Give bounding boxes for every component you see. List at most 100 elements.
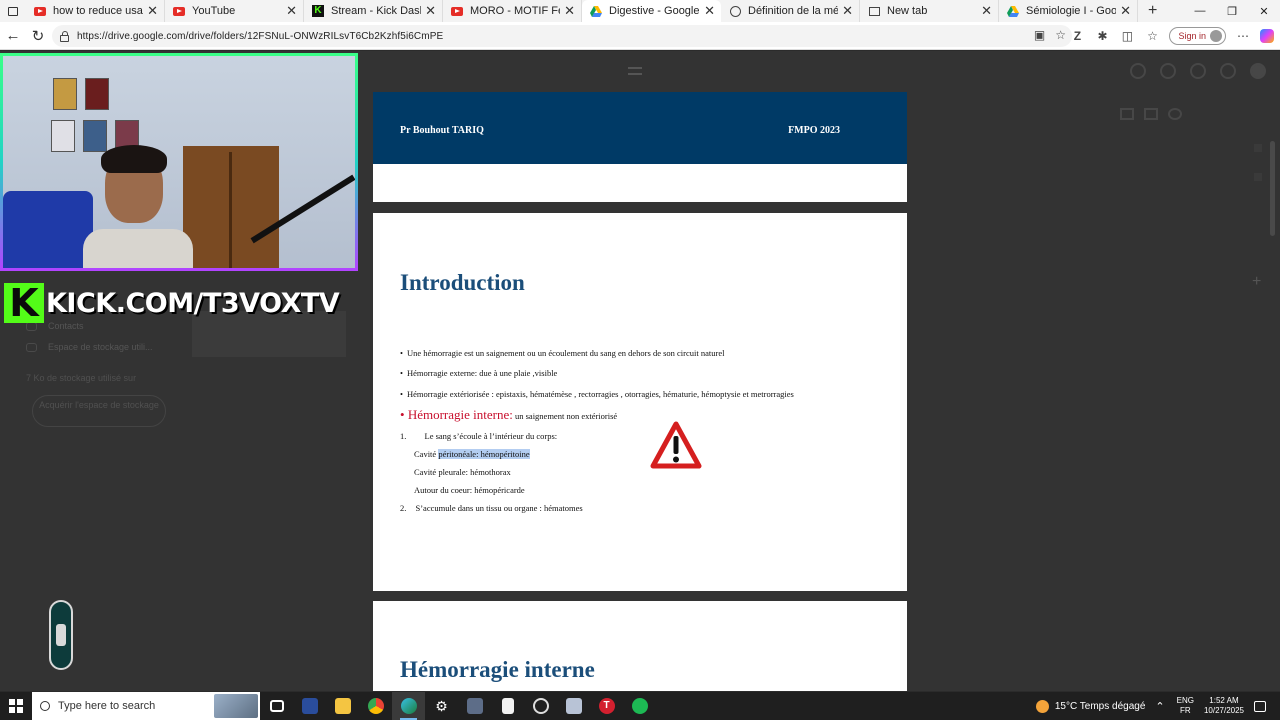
bullet-line-1: Une hémorragie est un saignement ou un é… — [400, 348, 724, 358]
tab-moro-motif[interactable]: MORO - MOTIF Feat GNAWA ✕ — [443, 0, 582, 22]
notification-icon[interactable] — [1254, 700, 1266, 712]
apps-grid-icon[interactable] — [1220, 63, 1236, 79]
task-view-button[interactable] — [260, 692, 293, 720]
get-more-storage-button[interactable]: Acquérir l'espace de stockage — [32, 395, 166, 427]
tab-new-tab[interactable]: New tab ✕ — [860, 0, 999, 22]
window-menu-icon[interactable] — [0, 0, 26, 22]
add-side-panel-plus-icon[interactable]: + — [1252, 273, 1261, 291]
selected-text[interactable]: péritonéale: hémopéritoine — [438, 449, 530, 459]
clock[interactable]: 1:52 AM 10/27/2025 — [1204, 696, 1244, 716]
copilot-icon[interactable] — [1260, 29, 1274, 43]
close-tab-icon[interactable]: ✕ — [1120, 3, 1131, 19]
tab-title: Digestive - Google Drive — [609, 5, 700, 17]
tab-kick-dashboard[interactable]: K Stream - Kick Dashboard ✕ — [304, 0, 443, 22]
language-indicator[interactable]: ENG FR — [1177, 696, 1194, 716]
new-tab-plus-icon[interactable]: + — [1148, 2, 1157, 20]
header-right-text: FMPO 2023 — [788, 125, 840, 136]
sidebar-item-storage[interactable]: Espace de stockage utili... — [48, 342, 153, 352]
tray-chevron-icon[interactable]: ⌃ — [1155, 700, 1164, 713]
taskbar-app-tiktok[interactable]: T — [590, 692, 623, 720]
kick-icon: K — [312, 5, 324, 17]
sub-item-pericardium: Autour du coeur: hémopéricarde — [414, 485, 525, 495]
viewer-scrollbar[interactable] — [1270, 141, 1275, 236]
side-panel-keep-icon[interactable] — [1254, 173, 1262, 181]
address-bar[interactable]: https://drive.google.com/drive/folders/1… — [52, 25, 1072, 47]
favorite-star-icon[interactable]: ☆ — [1055, 28, 1066, 42]
cloud-storage-icon — [26, 343, 37, 352]
warning-triangle-icon — [650, 421, 702, 469]
close-tab-icon[interactable]: ✕ — [842, 3, 853, 19]
close-tab-icon[interactable]: ✕ — [704, 3, 715, 19]
close-tab-icon[interactable]: ✕ — [425, 3, 436, 19]
numbered-item-1: 1. Le sang s’écoule à l’intérieur du cor… — [400, 431, 557, 441]
taskbar-app-notepad[interactable] — [491, 692, 524, 720]
app-install-icon[interactable]: ▣ — [1034, 28, 1045, 42]
taskbar-search[interactable]: Type here to search — [32, 692, 260, 720]
tab-reduce-usage[interactable]: how to reduce usage of app ✕ — [26, 0, 165, 22]
url-text[interactable]: https://drive.google.com/drive/folders/1… — [77, 31, 443, 42]
maximize-icon[interactable]: ❐ — [1216, 0, 1248, 22]
taskbar-app-kick[interactable] — [293, 692, 326, 720]
settings-gear-icon[interactable] — [1160, 63, 1176, 79]
sign-in-label: Sign in — [1178, 31, 1206, 41]
info-icon[interactable] — [1168, 108, 1182, 120]
streamer — [83, 145, 193, 268]
tab-semiologie-drive[interactable]: Sémiologie I - Google Drive ✕ — [999, 0, 1138, 22]
account-avatar[interactable] — [1250, 63, 1266, 79]
taskbar-app-spotify[interactable] — [623, 692, 656, 720]
numbered-item-2: 2. S’accumule dans un tissu ou organe : … — [400, 503, 583, 513]
close-tab-icon[interactable]: ✕ — [564, 3, 575, 19]
tab-youtube[interactable]: YouTube ✕ — [165, 0, 304, 22]
taskbar-app-explorer[interactable] — [326, 692, 359, 720]
close-tab-icon[interactable]: ✕ — [147, 3, 158, 19]
search-placeholder: Type here to search — [58, 700, 156, 712]
reload-icon[interactable]: ↻ — [26, 24, 50, 48]
zotero-extension-icon[interactable]: Z — [1069, 29, 1085, 43]
tab-metrorragie[interactable]: Définition de la métrorragie ✕ — [721, 0, 860, 22]
window-controls: — ❐ ✕ — [1184, 0, 1280, 22]
taskbar-app-obs[interactable] — [458, 692, 491, 720]
gemini-icon[interactable] — [1190, 63, 1206, 79]
close-window-icon[interactable]: ✕ — [1248, 0, 1280, 22]
minimize-icon[interactable]: — — [1184, 0, 1216, 22]
tab-title: New tab — [887, 5, 928, 17]
tab-digestive-drive[interactable]: Digestive - Google Drive ✕ — [582, 0, 721, 22]
weather-widget[interactable]: 15°C Temps dégagé — [1035, 699, 1145, 713]
wardrobe — [183, 146, 279, 268]
favorites-icon[interactable]: ☆ — [1144, 29, 1160, 43]
list-view-icon[interactable] — [1120, 108, 1134, 120]
system-tray: 15°C Temps dégagé ⌃ ENG FR 1:52 AM 10/27… — [1035, 692, 1280, 720]
kick-channel-url: KICK.COM/T3VOXTV — [46, 287, 340, 319]
viewer-drag-handle-icon[interactable] — [628, 67, 642, 75]
tab-title: Définition de la métrorragie — [748, 5, 839, 17]
pdf-page-3: Hémorragie interne — [373, 601, 907, 691]
sub-item-cavity-pleural: Cavité pleurale: hémothorax — [414, 467, 511, 477]
taskbar-app-chrome[interactable] — [359, 692, 392, 720]
more-options-icon[interactable]: ⋯ — [1235, 29, 1251, 43]
lang-primary: ENG — [1176, 696, 1194, 705]
back-arrow-icon[interactable]: ← — [1, 24, 25, 48]
tab-title: Sémiologie I - Google Drive — [1026, 5, 1117, 17]
taskbar-app-settings[interactable]: ⚙ — [425, 692, 458, 720]
browser-toolbar: ← ↻ https://drive.google.com/drive/folde… — [0, 22, 1280, 50]
sign-in-button[interactable]: Sign in — [1169, 27, 1226, 45]
grid-view-icon[interactable] — [1144, 108, 1158, 120]
side-panel-calendar-icon[interactable] — [1254, 144, 1262, 152]
taskbar-app-terminal[interactable] — [557, 692, 590, 720]
help-icon[interactable] — [1130, 63, 1146, 79]
view-toggle — [1120, 108, 1182, 120]
start-button[interactable] — [0, 692, 32, 720]
slide-heading: Hémorragie interne — [400, 657, 595, 682]
kick-logo-icon: K — [4, 283, 44, 323]
bullet-text: Hémorragie externe: due à une plaie ,vis… — [406, 368, 558, 378]
close-tab-icon[interactable]: ✕ — [981, 3, 992, 19]
taskbar-app-edge[interactable] — [392, 692, 425, 720]
taskbar-app-recorder[interactable] — [524, 692, 557, 720]
close-tab-icon[interactable]: ✕ — [286, 3, 297, 19]
extensions-puzzle-icon[interactable]: ✱ — [1094, 29, 1110, 43]
t-app-icon: T — [598, 698, 615, 714]
split-screen-icon[interactable]: ◫ — [1119, 29, 1135, 43]
task-view-icon — [269, 700, 284, 712]
notepad-icon — [501, 698, 514, 714]
red-term: Hémorragie interne: — [400, 407, 513, 422]
